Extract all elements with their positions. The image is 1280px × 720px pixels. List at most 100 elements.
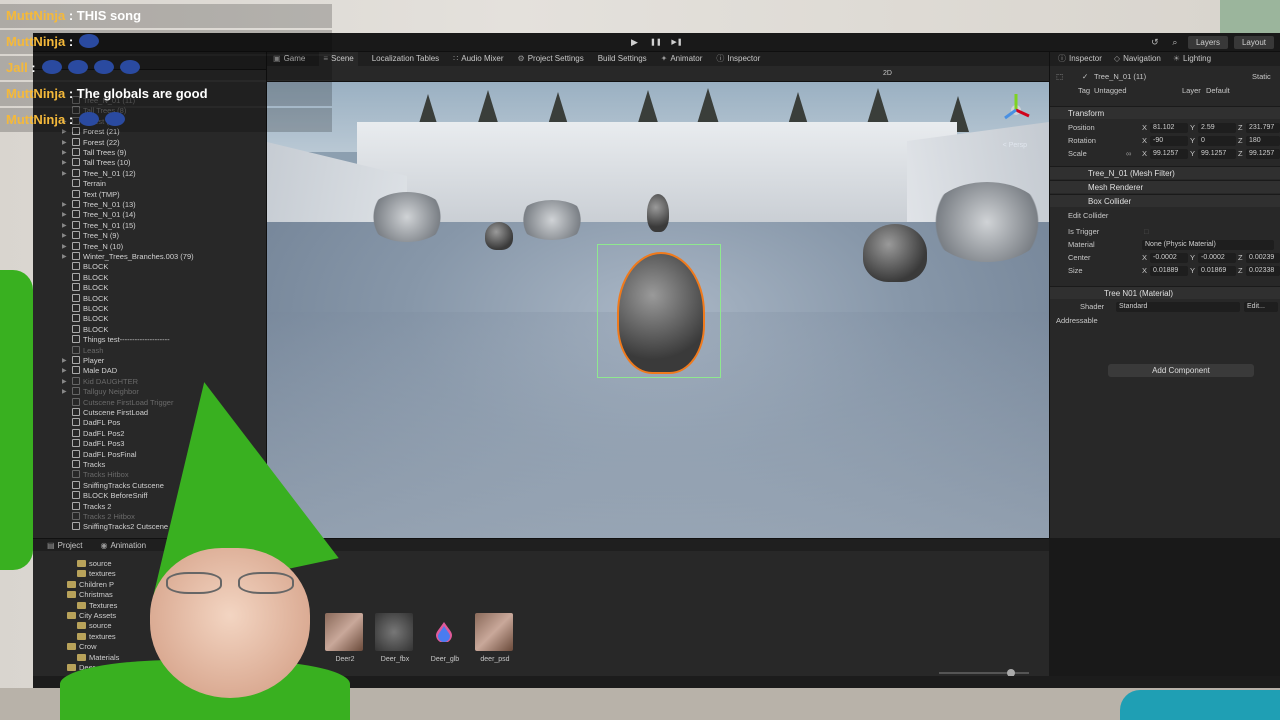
layout-dropdown[interactable]: Layout bbox=[1233, 36, 1274, 49]
project-folder[interactable]: Christmas bbox=[67, 590, 113, 600]
tab-inspector[interactable]: ⓘ Inspector bbox=[716, 52, 760, 66]
active-checkbox[interactable]: ✓ bbox=[1082, 71, 1088, 83]
hierarchy-item[interactable]: ▶ Tree_N_01 (15) bbox=[62, 220, 136, 231]
tab-localization-tables[interactable]: Localization Tables bbox=[372, 52, 439, 66]
transform-header[interactable]: Transform bbox=[1050, 106, 1280, 119]
add-component-button[interactable]: Add Component bbox=[1108, 364, 1254, 377]
asset-item[interactable]: deer_psd bbox=[475, 613, 515, 663]
tab-audio-mixer[interactable]: ∷ Audio Mixer bbox=[453, 52, 503, 66]
addressable-label[interactable]: Addressable bbox=[1056, 315, 1098, 327]
hierarchy-item[interactable]: ▶ Tall Trees (10) bbox=[62, 158, 131, 168]
project-folder[interactable]: City Assets bbox=[67, 611, 116, 621]
material-header[interactable]: Tree N01 (Material) bbox=[1050, 286, 1280, 299]
project-folder[interactable]: source bbox=[77, 621, 112, 631]
orientation-gizmo[interactable] bbox=[999, 90, 1033, 130]
asset-item[interactable]: Deer2 bbox=[325, 613, 365, 663]
expand-arrow-icon[interactable]: ▶ bbox=[62, 252, 67, 262]
scale-x[interactable]: 99.1257 bbox=[1150, 149, 1188, 159]
mesh-renderer-header[interactable]: Mesh Renderer bbox=[1050, 180, 1280, 193]
project-folder[interactable]: Textures bbox=[77, 601, 117, 611]
asset-item[interactable]: Deer_fbx bbox=[375, 613, 415, 663]
rock[interactable] bbox=[863, 224, 927, 282]
hierarchy-item[interactable]: Things test-------------------- bbox=[72, 335, 170, 345]
pause-icon[interactable]: ❚❚ bbox=[650, 37, 662, 48]
thumbnail-size-slider[interactable] bbox=[939, 669, 1029, 677]
hierarchy-item[interactable]: BLOCK bbox=[72, 262, 108, 272]
hierarchy-item[interactable]: ▶ Tree_N (10) bbox=[62, 241, 123, 252]
link-icon[interactable]: ∞ bbox=[1126, 148, 1131, 160]
hierarchy-item[interactable]: ▶ Tree_N_01 (13) bbox=[62, 200, 136, 210]
2d-toggle[interactable]: 2D bbox=[883, 67, 892, 81]
size-x[interactable]: 0.01889 bbox=[1150, 266, 1188, 276]
hierarchy-item[interactable]: BLOCK bbox=[72, 304, 108, 314]
scene-viewport[interactable]: < Persp bbox=[267, 82, 1049, 538]
hierarchy-item[interactable]: BLOCK bbox=[72, 293, 108, 304]
asset-item[interactable]: Deer_glb bbox=[425, 613, 465, 663]
edit-collider-label[interactable]: Edit Collider bbox=[1068, 210, 1108, 222]
hierarchy-item[interactable]: Tracks 2 bbox=[72, 501, 111, 512]
expand-arrow-icon[interactable]: ▶ bbox=[62, 138, 67, 148]
hierarchy-item[interactable]: ▶ Winter_Trees_Branches.003 (79) bbox=[62, 252, 194, 262]
hierarchy-item[interactable]: Tracks 2 Hitbox bbox=[72, 512, 135, 522]
mesh-filter-header[interactable]: Tree_N_01 (Mesh Filter) bbox=[1050, 166, 1280, 179]
project-folder[interactable]: textures bbox=[77, 569, 116, 579]
is-trigger-checkbox[interactable]: □ bbox=[1144, 226, 1149, 238]
expand-arrow-icon[interactable]: ▶ bbox=[62, 148, 67, 158]
scale-y[interactable]: 99.1257 bbox=[1198, 149, 1236, 159]
hierarchy-item[interactable]: Tracks Hitbox bbox=[72, 470, 129, 480]
center-y[interactable]: -0.0002 bbox=[1198, 253, 1236, 263]
play-icon[interactable]: ▶ bbox=[629, 37, 640, 48]
position-y[interactable]: 2.59 bbox=[1198, 123, 1236, 133]
position-x[interactable]: 81.102 bbox=[1150, 123, 1188, 133]
project-folder[interactable]: source bbox=[77, 559, 112, 569]
hierarchy-item[interactable]: ▶ Male DAD bbox=[62, 366, 117, 376]
tab-build-settings[interactable]: Build Settings bbox=[598, 52, 647, 66]
project-folder[interactable]: Materials bbox=[77, 653, 119, 663]
hierarchy-item[interactable]: ▶ Kid DAUGHTER bbox=[62, 376, 138, 387]
expand-arrow-icon[interactable]: ▶ bbox=[62, 377, 67, 387]
hierarchy-item[interactable]: ▶ Tree_N (9) bbox=[62, 231, 119, 241]
hierarchy-item[interactable]: BLOCK bbox=[72, 314, 108, 324]
size-z[interactable]: 0.02338 bbox=[1246, 266, 1280, 276]
position-z[interactable]: 231.797 bbox=[1246, 123, 1280, 133]
hierarchy-item[interactable]: BLOCK bbox=[72, 283, 108, 293]
hierarchy-item[interactable]: BLOCK bbox=[72, 324, 108, 335]
hierarchy-item[interactable]: DadFL Pos3 bbox=[72, 439, 124, 449]
expand-arrow-icon[interactable]: ▶ bbox=[62, 158, 67, 168]
center-z[interactable]: 0.00239 bbox=[1246, 253, 1280, 263]
hierarchy-item[interactable]: Terrain bbox=[72, 179, 106, 189]
layers-dropdown[interactable]: Layers bbox=[1187, 36, 1228, 49]
tab-navigation[interactable]: ◇ Navigation bbox=[1114, 52, 1161, 66]
center-x[interactable]: -0.0002 bbox=[1150, 253, 1188, 263]
hierarchy-item[interactable]: BLOCK bbox=[72, 272, 108, 283]
expand-arrow-icon[interactable]: ▶ bbox=[62, 169, 67, 179]
search-icon[interactable]: ⌕ bbox=[1168, 36, 1182, 49]
hierarchy-item[interactable]: Tracks bbox=[72, 460, 105, 470]
project-folder[interactable]: Crow bbox=[67, 642, 97, 652]
hierarchy-item[interactable]: ▶ Tall Trees (9) bbox=[62, 148, 126, 158]
size-y[interactable]: 0.01869 bbox=[1198, 266, 1236, 276]
expand-arrow-icon[interactable]: ▶ bbox=[62, 356, 67, 366]
hierarchy-item[interactable]: Text (TMP) bbox=[72, 189, 120, 200]
hierarchy-item[interactable]: Leash bbox=[72, 345, 103, 356]
rotation-x[interactable]: -90 bbox=[1150, 136, 1188, 146]
persp-label[interactable]: < Persp bbox=[1003, 142, 1027, 149]
rotation-z[interactable]: 180 bbox=[1246, 136, 1280, 146]
rock[interactable] bbox=[485, 222, 513, 250]
step-icon[interactable]: ▶❚ bbox=[670, 37, 684, 48]
box-collider-header[interactable]: Box Collider bbox=[1050, 194, 1280, 207]
tab-animator[interactable]: ✦ Animator bbox=[661, 52, 703, 66]
hierarchy-item[interactable]: ▶ Player bbox=[62, 356, 104, 366]
expand-arrow-icon[interactable]: ▶ bbox=[62, 210, 67, 220]
physic-material-field[interactable]: None (Physic Material) bbox=[1142, 240, 1274, 250]
project-folder[interactable]: textures bbox=[77, 632, 116, 642]
expand-arrow-icon[interactable]: ▶ bbox=[62, 200, 67, 210]
hierarchy-item[interactable]: ▶ Tallguy Neighbor bbox=[62, 387, 139, 397]
static-toggle[interactable]: Static bbox=[1252, 71, 1271, 83]
expand-arrow-icon[interactable]: ▶ bbox=[62, 231, 67, 241]
tab-project-settings[interactable]: ⚙ Project Settings bbox=[518, 52, 584, 66]
expand-arrow-icon[interactable]: ▶ bbox=[62, 366, 67, 376]
object-name-field[interactable]: Tree_N_01 (11) bbox=[1094, 71, 1146, 83]
hierarchy-item[interactable]: DadFL Pos bbox=[72, 418, 120, 428]
shader-edit-button[interactable]: Edit... bbox=[1244, 302, 1278, 312]
